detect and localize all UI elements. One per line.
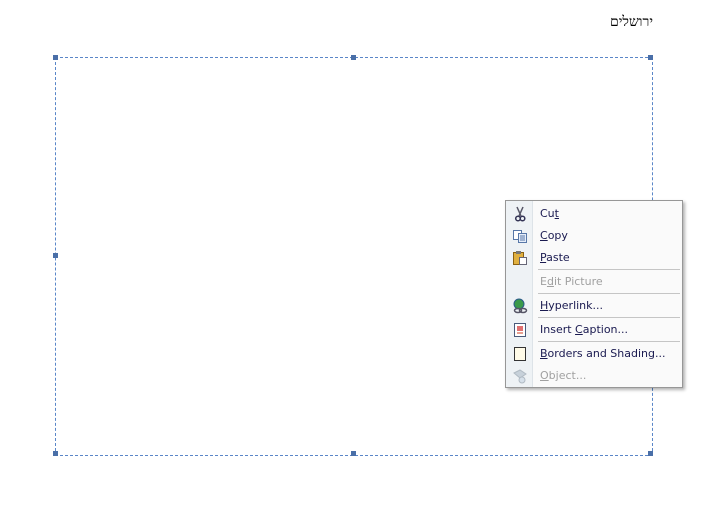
mnemonic: B [540, 347, 548, 360]
menu-item-edit-picture: Edit Picture [506, 272, 682, 292]
label-text: opy [547, 229, 568, 242]
label-text: Cu [540, 207, 555, 220]
label-text: bject... [548, 369, 587, 382]
menu-item-paste[interactable]: Paste [506, 248, 682, 268]
menu-item-cut[interactable]: Cut [506, 204, 682, 224]
paste-icon [513, 251, 527, 265]
menu-item-borders-and-shading[interactable]: Borders and Shading... [506, 344, 682, 364]
mnemonic: t [554, 207, 559, 220]
mnemonic: O [540, 369, 549, 382]
label-text: yperlink... [548, 299, 604, 312]
menu-separator [538, 317, 680, 318]
mnemonic: d [546, 275, 554, 288]
mnemonic: C [540, 229, 548, 242]
menu-separator [538, 341, 680, 342]
resize-handle-top-left[interactable] [53, 55, 58, 60]
menu-item-copy[interactable]: Copy [506, 226, 682, 246]
label-text: it Picture [553, 275, 603, 288]
menu-item-hyperlink[interactable]: Hyperlink... [506, 296, 682, 316]
resize-handle-top[interactable] [351, 55, 356, 60]
label-text: aste [546, 251, 570, 264]
copy-icon [513, 230, 527, 243]
menu-separator [538, 293, 680, 294]
page-border-icon [514, 347, 526, 361]
hebrew-heading-text: ירושלים [610, 15, 653, 30]
hyperlink-globe-icon [513, 298, 528, 314]
context-menu: Cut Copy Paste Edit Picture Hyperlink...… [505, 200, 683, 388]
menu-item-insert-caption[interactable]: Insert Caption... [506, 320, 682, 340]
label-text: aption... [582, 323, 629, 336]
resize-handle-bottom-left[interactable] [53, 451, 58, 456]
scissors-icon [514, 206, 526, 222]
resize-handle-top-right[interactable] [648, 55, 653, 60]
resize-handle-bottom-right[interactable] [648, 451, 653, 456]
menu-separator [538, 269, 680, 270]
label-text: orders and Shading... [547, 347, 666, 360]
resize-handle-bottom[interactable] [351, 451, 356, 456]
mnemonic: C [575, 323, 583, 336]
menu-item-object: Object... [506, 366, 682, 386]
resize-handle-left[interactable] [53, 253, 58, 258]
object-icon [513, 369, 527, 384]
label-text: Insert [540, 323, 576, 336]
caption-icon [514, 323, 526, 337]
label-text: E [540, 275, 547, 288]
